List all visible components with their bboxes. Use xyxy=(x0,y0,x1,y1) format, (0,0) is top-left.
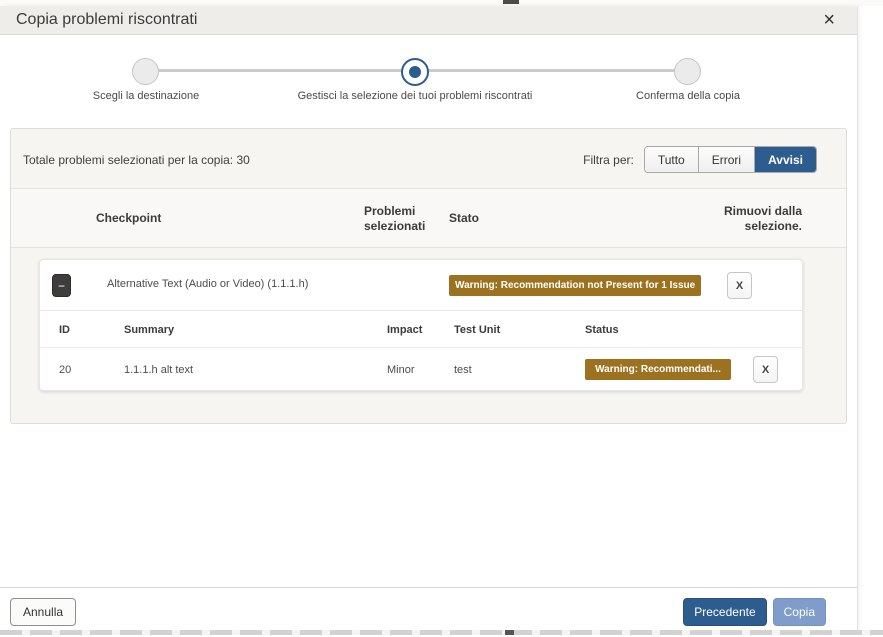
footer-divider xyxy=(0,587,858,588)
minus-icon: − xyxy=(58,279,65,293)
dialog-title: Copia problemi riscontrati xyxy=(16,11,197,29)
issues-table-header-row: ID Summary Impact Test Unit Status xyxy=(40,311,802,348)
total-selected-count: 30 xyxy=(236,153,249,167)
issue-status-badge: Warning: Recommendati... xyxy=(585,359,731,380)
page-behind-top-fragment xyxy=(503,0,519,4)
issues-header-status: Status xyxy=(585,324,619,336)
remove-checkpoint-button[interactable]: X xyxy=(727,272,752,299)
header-status: Stato xyxy=(449,211,479,226)
checkpoint-status-badge: Warning: Recommendation not Present for … xyxy=(449,275,701,296)
filter-button-tutto[interactable]: Tutto xyxy=(645,147,698,172)
header-selected-issues: Problemi selezionati xyxy=(364,204,428,234)
page-behind-bottom-strip xyxy=(0,630,883,635)
header-remove: Rimuovi dalla selezione. xyxy=(718,204,802,234)
step-circle-destination xyxy=(132,58,159,85)
page-behind-bottom-fragment xyxy=(505,630,514,635)
checkpoint-name: Alternative Text (Audio or Video) (1.1.1… xyxy=(107,278,308,290)
footer-actions: Precedente Copia xyxy=(683,598,826,626)
issues-header-test-unit: Test Unit xyxy=(454,324,500,336)
active-step-dot xyxy=(409,66,421,78)
step-circle-confirm xyxy=(674,58,701,85)
page-background: Copia problemi riscontrati × Scegli la d… xyxy=(0,0,883,637)
copy-issues-dialog: Copia problemi riscontrati × Scegli la d… xyxy=(0,6,858,630)
issue-row: 20 1.1.1.h alt text Minor test Warning: … xyxy=(40,348,802,392)
copy-button[interactable]: Copia xyxy=(773,598,826,626)
filter-label: Filtra per: xyxy=(583,153,634,167)
issues-header-id: ID xyxy=(59,324,70,336)
checkpoint-table-header-row: Checkpoint Problemi selezionati Stato Ri… xyxy=(11,188,846,248)
cancel-button[interactable]: Annulla xyxy=(10,598,76,626)
issues-header-impact: Impact xyxy=(387,324,422,336)
x-icon: X xyxy=(736,280,743,292)
remove-issue-button[interactable]: X xyxy=(753,356,778,383)
checkpoint-group-row: − Alternative Text (Audio or Video) (1.1… xyxy=(40,260,802,311)
header-checkpoint: Checkpoint xyxy=(96,211,161,226)
checkpoint-card: − Alternative Text (Audio or Video) (1.1… xyxy=(39,259,803,391)
step-label-destination: Scegli la destinazione xyxy=(46,90,246,102)
filter-bar: Filtra per: Tutto Errori Avvisi xyxy=(583,146,817,173)
step-label-confirm: Conferma della copia xyxy=(588,90,788,102)
filter-button-avvisi[interactable]: Avvisi xyxy=(754,147,816,172)
filter-button-group: Tutto Errori Avvisi xyxy=(644,146,817,173)
step-circle-selection-active xyxy=(401,58,429,86)
x-icon: X xyxy=(762,364,769,376)
step-label-selection: Gestisci la selezione dei tuoi problemi … xyxy=(265,90,565,102)
issue-summary: 1.1.1.h alt text xyxy=(124,364,193,376)
filter-button-errori[interactable]: Errori xyxy=(698,147,754,172)
total-selected-text: Totale problemi selezionati per la copia… xyxy=(23,153,250,167)
issue-impact: Minor xyxy=(387,364,415,376)
previous-button[interactable]: Precedente xyxy=(683,598,766,626)
total-selected-label: Totale problemi selezionati per la copia… xyxy=(23,153,233,167)
close-icon[interactable]: × xyxy=(823,7,835,33)
selection-panel: Totale problemi selezionati per la copia… xyxy=(10,128,847,424)
issues-header-summary: Summary xyxy=(124,324,174,336)
issue-id: 20 xyxy=(59,364,71,376)
issue-test-unit: test xyxy=(454,364,472,376)
collapse-toggle-button[interactable]: − xyxy=(52,274,71,297)
